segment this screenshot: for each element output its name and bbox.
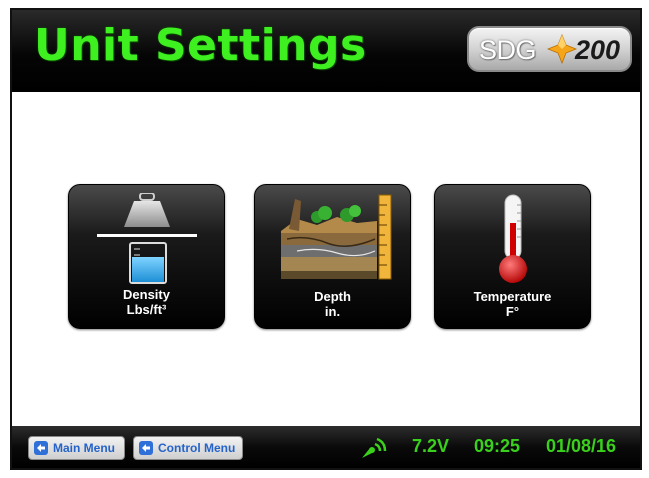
footer-bar: Main Menu Control Menu 7.2V 09:25 01/08/…: [12, 426, 640, 468]
weight-beaker-icon: [97, 193, 197, 284]
logo-brand-text: SDG: [479, 35, 537, 65]
satellite-signal-icon: [362, 437, 387, 458]
menu-arrow-icon: [34, 441, 48, 455]
thermometer-icon: [499, 194, 527, 283]
depth-label: Depth in.: [255, 289, 410, 319]
density-label-line1: Density: [123, 287, 170, 302]
device-frame: Unit Settings SDG 200 Density Lbs/ft³ De…: [0, 0, 649, 478]
brand-logo: SDG 200: [467, 26, 632, 72]
depth-unit-button[interactable]: Depth in.: [254, 184, 411, 329]
header-bar: Unit Settings SDG 200: [12, 10, 640, 92]
main-menu-label: Main Menu: [53, 441, 115, 455]
clock-time: 09:25: [474, 436, 521, 456]
clock-date: 01/08/16: [546, 436, 617, 456]
battery-voltage: 7.2V: [412, 436, 450, 456]
control-menu-label: Control Menu: [158, 441, 236, 455]
logo-model-text: 200: [574, 35, 620, 65]
density-label-line2: Lbs/ft³: [126, 302, 167, 317]
page-title: Unit Settings: [34, 20, 367, 71]
logo-star-icon: [547, 34, 577, 64]
soil-layers-ruler-icon: [281, 194, 392, 280]
density-unit-button[interactable]: Density Lbs/ft³: [68, 184, 225, 329]
menu-arrow-icon: [139, 441, 153, 455]
screen: Unit Settings SDG 200 Density Lbs/ft³ De…: [10, 8, 642, 470]
main-menu-button[interactable]: Main Menu: [28, 436, 125, 460]
density-label: Density Lbs/ft³: [69, 287, 224, 317]
temperature-label: Temperature F°: [435, 289, 590, 319]
temperature-label-line2: F°: [505, 304, 520, 319]
depth-label-line1: Depth: [314, 289, 351, 304]
temperature-unit-button[interactable]: Temperature F°: [434, 184, 591, 329]
temperature-label-line1: Temperature: [473, 289, 552, 304]
depth-label-line2: in.: [324, 304, 341, 319]
control-menu-button[interactable]: Control Menu: [133, 436, 243, 460]
